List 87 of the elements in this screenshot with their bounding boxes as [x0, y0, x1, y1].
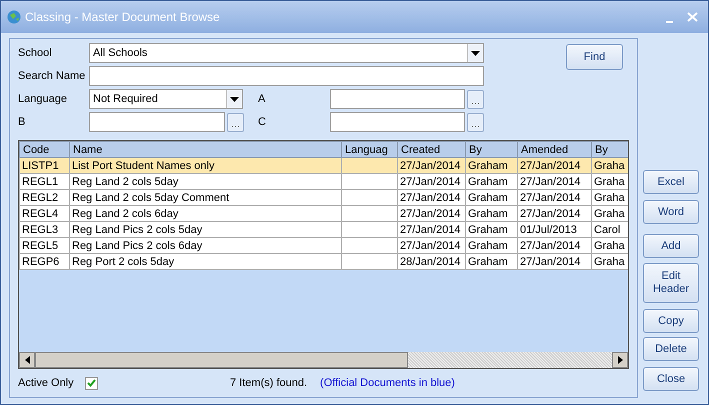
- action-button[interactable]: Add: [643, 234, 699, 258]
- globe-icon: [7, 10, 21, 24]
- lookup-field[interactable]: [330, 89, 465, 109]
- table-cell: Carol: [594, 224, 620, 236]
- table-cell: REGL4: [22, 208, 58, 220]
- right-arrow-icon: [618, 356, 622, 364]
- table-cell: Graha: [594, 256, 625, 268]
- table-cell: 27/Jan/2014: [400, 208, 461, 220]
- scroll-left-button[interactable]: [19, 352, 35, 368]
- checkmark-icon: [87, 379, 96, 387]
- legend-text: (Official Documents in blue): [320, 376, 455, 391]
- column-header[interactable]: Code: [20, 142, 70, 158]
- status-text: 7 Item(s) found.: [230, 376, 308, 391]
- table-cell: 27/Jan/2014: [400, 192, 461, 204]
- table-cell: 27/Jan/2014: [520, 176, 581, 188]
- table-cell: Reg Land 2 cols 5day: [72, 176, 178, 188]
- lookup-field[interactable]: [89, 112, 225, 132]
- table-cell: Graha: [594, 240, 625, 252]
- active-only-label: Active Only: [18, 376, 75, 391]
- dropdown-arrow-icon[interactable]: [471, 50, 480, 56]
- field-label: A: [258, 92, 266, 107]
- table-cell: Graham: [468, 256, 508, 268]
- table-cell: 27/Jan/2014: [520, 208, 581, 220]
- table-cell: Graham: [468, 160, 508, 172]
- column-header[interactable]: By: [466, 142, 518, 158]
- table-cell: Reg Land 2 cols 6day: [72, 208, 178, 220]
- dropdown-arrow-icon[interactable]: [230, 96, 239, 102]
- column-header[interactable]: By: [592, 142, 628, 158]
- action-button[interactable]: Excel: [643, 170, 699, 194]
- action-button[interactable]: Delete: [643, 337, 699, 361]
- table-cell: Graha: [594, 192, 625, 204]
- table-cell: Graha: [594, 208, 625, 220]
- lookup-field[interactable]: [330, 112, 465, 132]
- table-cell: Reg Port 2 cols 5day: [72, 256, 174, 268]
- table-cell: REGL1: [22, 176, 58, 188]
- column-header[interactable]: Created: [398, 142, 466, 158]
- scrollbar-thumb[interactable]: [35, 352, 408, 368]
- find-button[interactable]: Find: [566, 44, 623, 70]
- ellipsis-button[interactable]: [467, 90, 484, 108]
- action-button[interactable]: Copy: [643, 309, 699, 333]
- table-cell: Reg Land Pics 2 cols 5day: [72, 224, 202, 236]
- close-icon[interactable]: [687, 12, 698, 22]
- field-label: School: [18, 46, 53, 61]
- table-cell: Graha: [594, 160, 625, 172]
- table-cell: 01/Jul/2013: [520, 224, 577, 236]
- table-cell: 27/Jan/2014: [400, 240, 461, 252]
- table-cell: REGL3: [22, 224, 58, 236]
- column-header[interactable]: Languag: [342, 142, 398, 158]
- table-cell: 27/Jan/2014: [520, 256, 581, 268]
- table-cell: 27/Jan/2014: [520, 240, 581, 252]
- table-cell: 28/Jan/2014: [400, 256, 461, 268]
- table-cell: Graham: [468, 176, 508, 188]
- table-cell: Graha: [594, 176, 625, 188]
- field-label: B: [18, 114, 26, 130]
- text-field[interactable]: [89, 66, 484, 86]
- action-button[interactable]: Edit Header: [643, 263, 699, 303]
- ellipsis-button[interactable]: [227, 112, 244, 132]
- table-cell: 27/Jan/2014: [400, 160, 461, 172]
- dropdown-field[interactable]: Not Required: [89, 89, 243, 109]
- field-label: Search Name: [18, 68, 86, 84]
- table-cell: 27/Jan/2014: [520, 192, 581, 204]
- table-cell: REGP6: [22, 256, 60, 268]
- table-cell: REGL5: [22, 240, 58, 252]
- action-button[interactable]: Word: [643, 200, 699, 224]
- action-button[interactable]: Close: [643, 367, 699, 391]
- table-cell: Graham: [468, 208, 508, 220]
- table-cell: 27/Jan/2014: [400, 224, 461, 236]
- table-cell: Graham: [468, 240, 508, 252]
- column-header[interactable]: Name: [70, 142, 342, 158]
- table-cell: Reg Land 2 cols 5day Comment: [72, 192, 230, 204]
- field-label: C: [258, 114, 267, 130]
- table-cell: REGL2: [22, 192, 58, 204]
- scroll-right-button[interactable]: [612, 352, 628, 368]
- table-cell: 27/Jan/2014: [520, 160, 581, 172]
- ellipsis-button[interactable]: [467, 112, 484, 132]
- table-cell: LISTP1: [22, 160, 59, 172]
- table-cell: Graham: [468, 224, 508, 236]
- table-cell: List Port Student Names only: [72, 160, 214, 172]
- field-label: Language: [18, 92, 68, 107]
- column-header[interactable]: Amended: [518, 142, 592, 158]
- table-cell: Reg Land Pics 2 cols 6day: [72, 240, 202, 252]
- dropdown-field[interactable]: All Schools: [89, 43, 484, 63]
- table-cell: Graham: [468, 192, 508, 204]
- left-arrow-icon: [24, 356, 30, 364]
- window-title: Classing - Master Document Browse: [25, 9, 220, 26]
- active-only-checkbox[interactable]: [85, 376, 98, 390]
- table-cell: 27/Jan/2014: [400, 176, 461, 188]
